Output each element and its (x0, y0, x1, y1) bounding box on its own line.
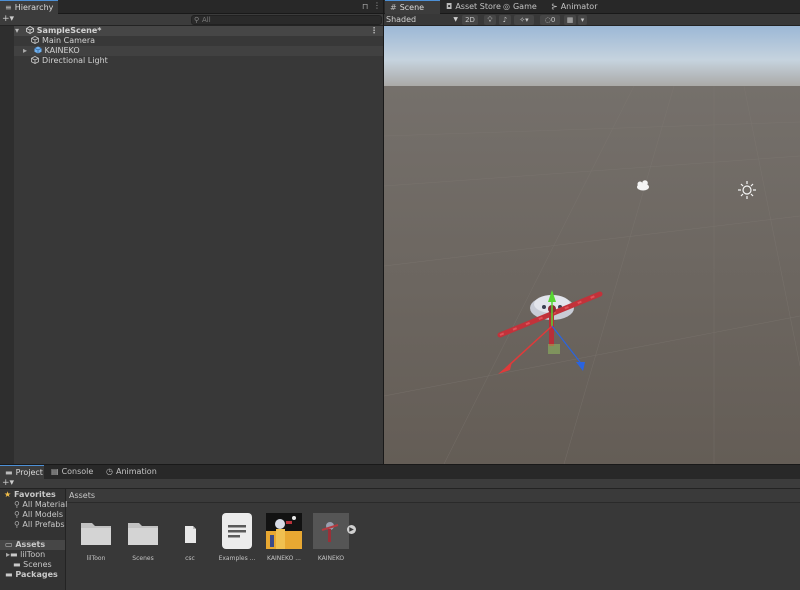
console-icon: ▤ (51, 467, 59, 476)
gizmo-plane-handle[interactable] (548, 344, 560, 354)
gameobject-cube-icon (31, 56, 39, 64)
hierarchy-gutter (0, 26, 14, 464)
hierarchy-scene-row[interactable]: ▾ SampleScene* ⋮ (14, 25, 383, 36)
hierarchy-item-kaineko[interactable]: ▸ KAINEKO (14, 46, 383, 56)
tab-asset-store[interactable]: ◘ Asset Store (441, 0, 506, 14)
project-toolbar: +▾ (0, 478, 800, 489)
search-icon: ⚲ (14, 510, 20, 519)
favorite-item-all-models[interactable]: ⚲ All Models (14, 510, 63, 520)
hierarchy-item-directional-light[interactable]: Directional Light (14, 56, 383, 66)
asset-label: Scenes (132, 555, 154, 562)
asset-item-kaineko-prefab[interactable]: ▶ KAINEKO (309, 511, 356, 562)
animator-icon: ⊱ (551, 2, 558, 11)
tree-item-packages[interactable]: ▬ Packages (5, 570, 58, 580)
project-tabbar: ▬ Project ▤ Console ◷ Animation (0, 465, 800, 479)
asset-label: KAINEKO (317, 555, 345, 562)
gizmos-toggle-icon[interactable]: ▦ (564, 15, 576, 25)
tab-game[interactable]: ◎ Game (498, 0, 542, 14)
tab-project[interactable]: ▬ Project (0, 465, 44, 479)
tab-hierarchy[interactable]: ≡ Hierarchy (0, 0, 58, 14)
file-icon (185, 526, 196, 543)
collapse-arrow-icon[interactable]: ▸ (23, 46, 31, 56)
asset-label: Examples ... (218, 555, 256, 562)
effects-dropdown-icon[interactable]: ✧▾ (514, 15, 534, 25)
star-icon: ★ (4, 490, 12, 499)
folder-icon (128, 523, 158, 545)
prefab-cube-icon (33, 46, 42, 54)
list-icon: ≡ (5, 3, 12, 12)
assets-breadcrumb[interactable]: Assets (67, 489, 800, 503)
animation-icon: ◷ (106, 467, 113, 476)
expand-prefab-icon[interactable]: ▶ (347, 525, 356, 534)
ground-plane (384, 86, 800, 464)
asset-label: csc (185, 555, 195, 562)
hierarchy-tabbar: ≡ Hierarchy ⊓ ⋮ (0, 0, 383, 14)
folder-icon: ▬ (10, 550, 18, 559)
asset-label: lilToon (86, 555, 106, 562)
hierarchy-item-main-camera[interactable]: Main Camera (14, 36, 383, 46)
search-icon: ⚲ (194, 16, 200, 24)
bag-icon: ◘ (446, 2, 453, 11)
gamepad-icon: ◎ (503, 2, 510, 11)
shading-mode-dropdown[interactable]: Shaded ▼ (386, 15, 460, 25)
create-asset-button[interactable]: +▾ (2, 478, 14, 488)
skybox (384, 26, 800, 88)
hidden-objects-counter[interactable]: ◌0 (540, 15, 560, 25)
asset-item-liltoon[interactable]: lilToon (74, 511, 118, 562)
more-menu-icon[interactable]: ⋮ (373, 1, 381, 10)
tree-item-assets[interactable]: ▭ Assets (0, 540, 65, 550)
tab-console[interactable]: ▤ Console (46, 465, 98, 479)
chevron-down-icon: ▼ (453, 16, 458, 23)
toggle-2d-button[interactable]: 2D (462, 15, 478, 25)
tab-animation[interactable]: ◷ Animation (101, 465, 162, 479)
favorite-item-all-material[interactable]: ⚲ All Material (14, 500, 67, 510)
scene-tabbar: # Scene ◘ Asset Store ◎ Game ⊱ Animator (384, 0, 800, 14)
tree-item-liltoon[interactable]: ▸▬ lilToon (6, 550, 45, 560)
text-document-icon (222, 513, 252, 549)
unity-scene-icon (25, 25, 34, 35)
asset-item-examples[interactable]: Examples ... (215, 511, 259, 562)
tab-animator[interactable]: ⊱ Animator (546, 0, 602, 14)
tree-item-scenes[interactable]: ▬ Scenes (13, 560, 52, 570)
grid-icon: # (390, 3, 397, 12)
project-tree: ★ Favorites ⚲ All Material ⚲ All Models … (0, 489, 67, 590)
scene-viewport[interactable] (384, 26, 800, 464)
add-object-button[interactable]: +▾ (2, 14, 14, 24)
folder-open-icon: ▭ (5, 540, 13, 549)
asset-label: KAINEKO ... (267, 555, 301, 562)
tab-scene[interactable]: # Scene (385, 0, 440, 14)
assets-grid: lilToon Scenes csc Examples ... KAINEKO … (67, 503, 800, 590)
hierarchy-toolbar: +▾ ⚲ All (0, 14, 383, 26)
gizmos-dropdown-icon[interactable]: ▾ (578, 15, 587, 25)
texture-thumbnail-icon (266, 513, 302, 549)
asset-item-csc[interactable]: csc (168, 511, 212, 562)
hierarchy-panel: ≡ Hierarchy ⊓ ⋮ (0, 0, 383, 464)
scene-toolbar: Shaded ▼ 2D 💡︎ ♪ ✧▾ ◌0 ▦ ▾ (384, 14, 800, 26)
search-icon: ⚲ (14, 500, 20, 509)
audio-toggle-icon[interactable]: ♪ (499, 15, 511, 25)
asset-item-kaineko-texture[interactable]: KAINEKO ... (262, 511, 306, 562)
expand-arrow-icon[interactable]: ▾ (15, 26, 23, 36)
scene-render[interactable] (384, 26, 800, 464)
asset-item-scenes[interactable]: Scenes (121, 511, 165, 562)
folder-icon: ▬ (5, 570, 13, 579)
scene-menu-icon[interactable]: ⋮ (370, 26, 378, 36)
search-icon: ⚲ (14, 520, 20, 529)
folder-icon (81, 523, 111, 545)
gameobject-cube-icon (31, 36, 39, 44)
lighting-toggle-icon[interactable]: 💡︎ (484, 15, 496, 25)
folder-icon: ▬ (13, 560, 21, 569)
lock-icon[interactable]: ⊓ (362, 2, 368, 11)
hierarchy-search-input[interactable]: ⚲ All (191, 15, 382, 25)
favorites-header[interactable]: ★ Favorites (4, 490, 56, 500)
favorite-item-all-prefabs[interactable]: ⚲ All Prefabs (14, 520, 65, 530)
